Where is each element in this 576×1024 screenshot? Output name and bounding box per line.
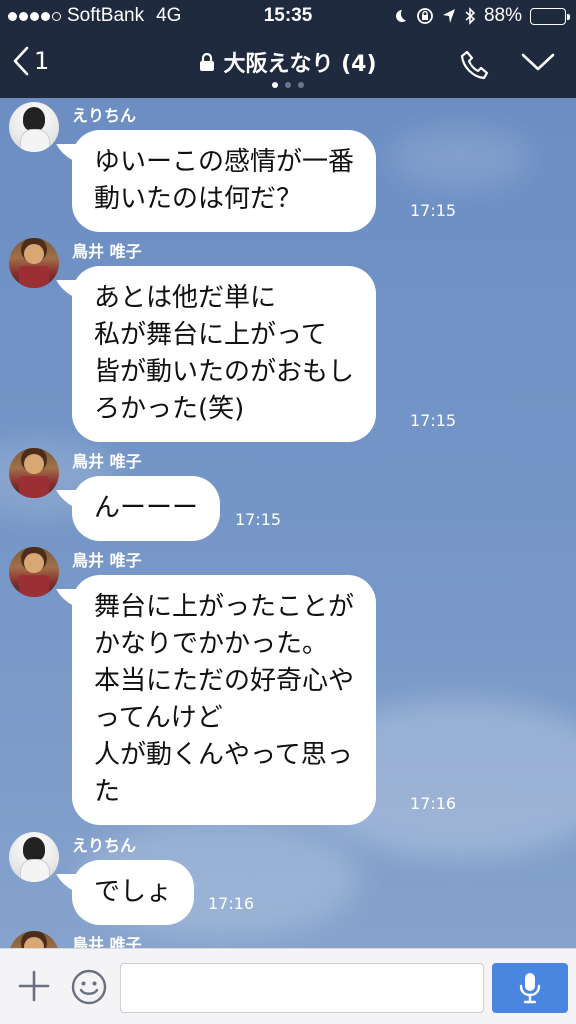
avatar[interactable] [9, 448, 59, 498]
rotation-lock-icon [417, 8, 433, 24]
phone-icon [460, 50, 489, 80]
message-time: 17:15 [235, 510, 282, 529]
battery-icon [530, 7, 570, 25]
sticker-button[interactable] [70, 968, 108, 1010]
message-bubble[interactable]: んーーー [72, 476, 221, 541]
chevron-down-icon [521, 53, 555, 71]
status-bar: SoftBank 4G 15:35 88% [0, 0, 576, 32]
sender-name: 鳥井 唯子 [72, 551, 142, 570]
sender-name: えりちん [72, 836, 137, 855]
message-bubble[interactable]: でしょ [72, 860, 195, 925]
message-bubble[interactable]: ゆいーこの感情が一番 動いたのは何だ？ [72, 130, 377, 232]
message-time: 17:15 [410, 201, 457, 220]
sender-name: えりちん [72, 106, 137, 125]
avatar[interactable] [9, 102, 59, 152]
location-icon [442, 9, 455, 23]
menu-toggle-button[interactable] [520, 50, 556, 78]
call-button[interactable] [458, 48, 492, 86]
avatar[interactable] [9, 931, 59, 948]
plus-icon [18, 970, 50, 1002]
avatar[interactable] [9, 547, 59, 597]
chat-area[interactable]: えりちん ゆいーこの感情が一番 動いたのは何だ？ 17:15 鳥井 唯子 あとは… [0, 98, 576, 948]
message-bubble[interactable]: あとは他だ単に 私が舞台に上がって 皆が動いたのがおもし ろかった(笑) [72, 266, 377, 442]
bluetooth-icon [465, 7, 476, 25]
avatar[interactable] [9, 238, 59, 288]
sender-name: 鳥井 唯子 [72, 452, 142, 471]
status-right: 88% [392, 5, 570, 27]
attach-button[interactable] [17, 969, 51, 1007]
battery-percent: 88% [483, 5, 522, 26]
message-input-bar [0, 948, 576, 1024]
microphone-icon [519, 973, 541, 1004]
message-input[interactable] [120, 963, 484, 1013]
chat-header: 1 大阪えなり (4) [0, 32, 576, 98]
voice-input-button[interactable] [492, 963, 568, 1013]
message-bubble[interactable]: 舞台に上がったことが かなりでかかった。 本当にただの好奇心や ってんけど 人が… [72, 575, 377, 825]
sender-name: 鳥井 唯子 [72, 935, 142, 948]
message-time: 17:16 [410, 794, 457, 813]
message-time: 17:15 [410, 411, 457, 430]
moon-icon [396, 10, 406, 22]
group-name: 大阪えなり (4) [223, 52, 377, 77]
lock-icon [200, 53, 215, 71]
message-time: 17:16 [208, 894, 255, 913]
avatar[interactable] [9, 832, 59, 882]
sender-name: 鳥井 唯子 [72, 242, 142, 261]
emoji-icon [71, 969, 107, 1005]
